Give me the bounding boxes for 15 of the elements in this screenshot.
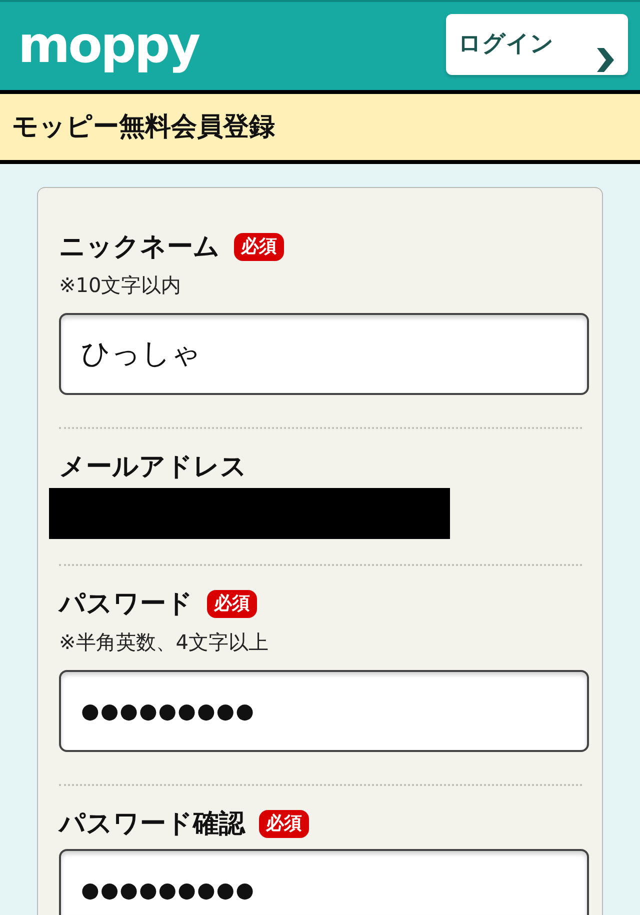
field-hint: ※半角英数、4文字以上 [59, 629, 270, 656]
required-tag: 必須 [259, 810, 309, 838]
field-label: メールアドレス [59, 451, 247, 483]
field-hint: ※10文字以内 [59, 272, 182, 299]
password-field[interactable]: ●●●●●●●●● [59, 670, 589, 752]
nickname-field[interactable]: ひっしゃ [59, 313, 589, 395]
field-label: パスワード確認 [59, 808, 245, 840]
required-tag: 必須 [207, 590, 257, 618]
login-button[interactable]: ログイン [446, 14, 628, 75]
chevron-right-icon [596, 48, 614, 72]
password-field[interactable]: ●●●●●●●●● [59, 849, 589, 915]
page-title: モッピー無料会員登録 [12, 111, 275, 143]
required-tag: 必須 [234, 233, 284, 261]
field-label: ニックネーム [59, 231, 220, 263]
field-label: パスワード [59, 588, 193, 620]
